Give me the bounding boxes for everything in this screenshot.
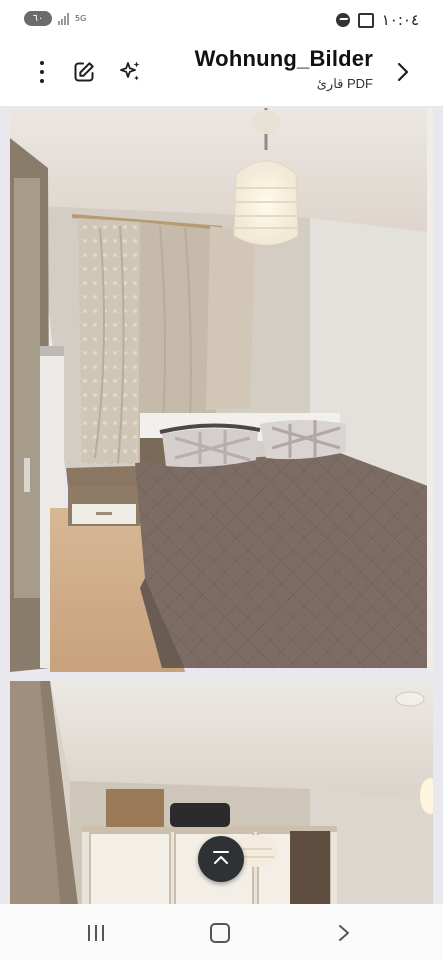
recent-apps-icon [88, 925, 104, 941]
app-header: Wohnung_Bilder قارئ PDF [0, 40, 443, 106]
status-bar: ٦٠ 5G ١٠:٠٤ [0, 0, 443, 40]
network-type: 5G [75, 13, 87, 23]
scroll-to-top-button[interactable] [198, 836, 244, 882]
clock: ١٠:٠٤ [381, 11, 419, 29]
status-right: ١٠:٠٤ [335, 11, 419, 29]
pdf-page-1[interactable] [10, 108, 433, 672]
ai-assist-button[interactable] [112, 54, 148, 90]
more-vertical-icon [40, 61, 44, 83]
next-button[interactable] [385, 54, 421, 90]
edit-pencil-icon [74, 62, 94, 82]
home-button[interactable] [200, 918, 240, 948]
more-options-button[interactable] [24, 54, 60, 90]
back-chevron-icon [339, 925, 349, 941]
chevron-right-icon [397, 62, 409, 82]
status-left: ٦٠ 5G [24, 11, 86, 26]
signal-icon [58, 12, 69, 25]
back-button[interactable] [324, 918, 364, 948]
sparkle-ai-icon [120, 61, 140, 81]
home-icon [210, 923, 230, 943]
battery-icon: ٦٠ [24, 11, 52, 26]
pdf-viewer[interactable] [0, 106, 443, 904]
messenger-icon [335, 13, 350, 27]
battery-level: ٦٠ [32, 13, 44, 24]
app-subtitle: قارئ PDF [316, 76, 373, 91]
document-title-block: Wohnung_Bilder قارئ PDF [195, 46, 373, 92]
scroll-to-top-icon [213, 851, 229, 864]
edit-button[interactable] [66, 54, 102, 90]
bedroom-photo [10, 108, 433, 672]
recent-apps-button[interactable] [76, 918, 116, 948]
screen-record-icon [357, 12, 374, 28]
document-title: Wohnung_Bilder [194, 46, 373, 71]
system-navigation-bar [0, 904, 443, 960]
